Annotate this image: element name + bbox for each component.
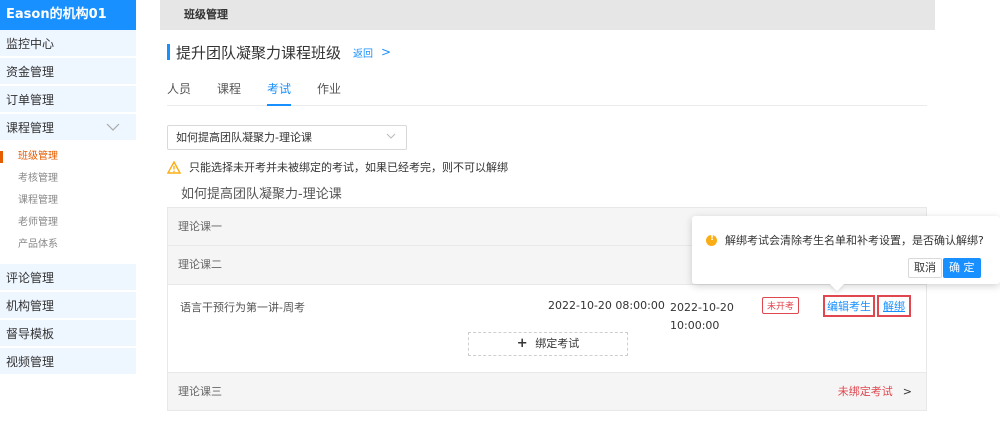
submenu-item-product[interactable]: 产品体系 xyxy=(0,234,136,256)
bind-exam-button[interactable]: + 绑定考试 xyxy=(468,332,628,356)
exclamation-circle-icon xyxy=(706,233,717,246)
course-select-value: 如何提高团队凝聚力-理论课 xyxy=(176,131,312,144)
popover-message: 解绑考试会清除考生名单和补考设置，是否确认解绑? xyxy=(706,232,984,248)
tab-bar: 人员 课程 考试 作业 xyxy=(167,80,927,106)
bind-exam-label: 绑定考试 xyxy=(535,337,580,350)
cancel-button[interactable]: 取消 xyxy=(908,258,942,278)
exam-name: 语言干预行为第一讲-周考 xyxy=(180,301,305,314)
sidebar-item-label: 课程管理 xyxy=(6,121,55,135)
chevron-right-icon: > xyxy=(902,385,912,398)
submenu-item-course[interactable]: 课程管理 xyxy=(0,190,136,212)
course-select[interactable]: 如何提高团队凝聚力-理论课 xyxy=(167,125,407,150)
unbind-exam-button[interactable]: 解绑 xyxy=(877,295,911,317)
chevron-down-icon xyxy=(386,126,396,149)
sidebar-item-supervision[interactable]: 督导模板 xyxy=(0,320,136,348)
header-title: 班级管理 xyxy=(184,8,228,21)
sidebar-item-monitor[interactable]: 监控中心 xyxy=(0,30,136,58)
back-link[interactable]: 返回 xyxy=(353,45,373,60)
unbind-confirm-popover: 解绑考试会清除考生名单和补考设置，是否确认解绑? 取消 确 定 xyxy=(692,216,1000,292)
submenu-item-assessment[interactable]: 考核管理 xyxy=(0,168,136,190)
exam-end-clock: 10:00:00 xyxy=(670,319,720,332)
lesson-bind-status[interactable]: 未绑定考试 > xyxy=(838,373,912,411)
sidebar: Eason的机构01 监控中心 资金管理 订单管理 课程管理 班级管理 考核管理… xyxy=(0,0,136,427)
sidebar-item-videos[interactable]: 视频管理 xyxy=(0,348,136,376)
submenu-item-class[interactable]: 班级管理 xyxy=(0,146,136,168)
tab-exams[interactable]: 考试 xyxy=(267,80,292,106)
page-title: 提升团队凝聚力课程班级 返回 > xyxy=(167,43,391,62)
title-accent-bar xyxy=(167,44,170,60)
course-submenu: 班级管理 考核管理 课程管理 老师管理 产品体系 xyxy=(0,142,136,264)
chevron-down-icon xyxy=(106,114,120,142)
lesson-group[interactable]: 理论课三 未绑定考试 > xyxy=(167,372,927,411)
org-brand[interactable]: Eason的机构01 xyxy=(0,0,136,30)
exam-end-time: 2022-10-20 10:00:00 xyxy=(670,299,740,335)
sidebar-item-courses[interactable]: 课程管理 xyxy=(0,114,136,142)
course-name: 如何提高团队凝聚力-理论课 xyxy=(181,187,342,202)
confirm-button[interactable]: 确 定 xyxy=(943,258,981,278)
chevron-right-icon[interactable]: > xyxy=(381,45,391,59)
tab-homework[interactable]: 作业 xyxy=(317,80,341,106)
page-title-text: 提升团队凝聚力课程班级 xyxy=(176,43,342,62)
sidebar-item-comments[interactable]: 评论管理 xyxy=(0,264,136,292)
exam-row: 语言干预行为第一讲-周考 2022-10-20 08:00:00 2022-10… xyxy=(167,285,927,372)
warning-text: 只能选择未开考并未被绑定的考试，如果已经考完，则不可以解绑 xyxy=(189,161,508,174)
edit-examinees-button[interactable]: 编辑考生 xyxy=(823,295,875,317)
popover-message-text: 解绑考试会清除考生名单和补考设置，是否确认解绑? xyxy=(725,234,984,247)
header-bar: 班级管理 xyxy=(160,0,935,30)
exam-end-date: 2022-10-20 xyxy=(670,301,734,314)
submenu-item-teacher[interactable]: 老师管理 xyxy=(0,212,136,234)
plus-icon: + xyxy=(516,336,528,351)
sidebar-item-orders[interactable]: 订单管理 xyxy=(0,86,136,114)
sidebar-item-funds[interactable]: 资金管理 xyxy=(0,58,136,86)
lesson-name: 理论课三 xyxy=(178,385,222,398)
lesson-header: 理论课三 未绑定考试 > xyxy=(168,373,926,411)
exam-start-time: 2022-10-20 08:00:00 xyxy=(548,299,665,312)
unbound-status-text: 未绑定考试 xyxy=(837,385,893,398)
warning-notice: 只能选择未开考并未被绑定的考试，如果已经考完，则不可以解绑 xyxy=(167,159,508,175)
tab-courses[interactable]: 课程 xyxy=(217,80,241,106)
tab-members[interactable]: 人员 xyxy=(167,80,191,106)
sidebar-item-organization[interactable]: 机构管理 xyxy=(0,292,136,320)
warning-icon xyxy=(167,160,181,174)
exam-status-badge: 未开考 xyxy=(762,297,800,314)
